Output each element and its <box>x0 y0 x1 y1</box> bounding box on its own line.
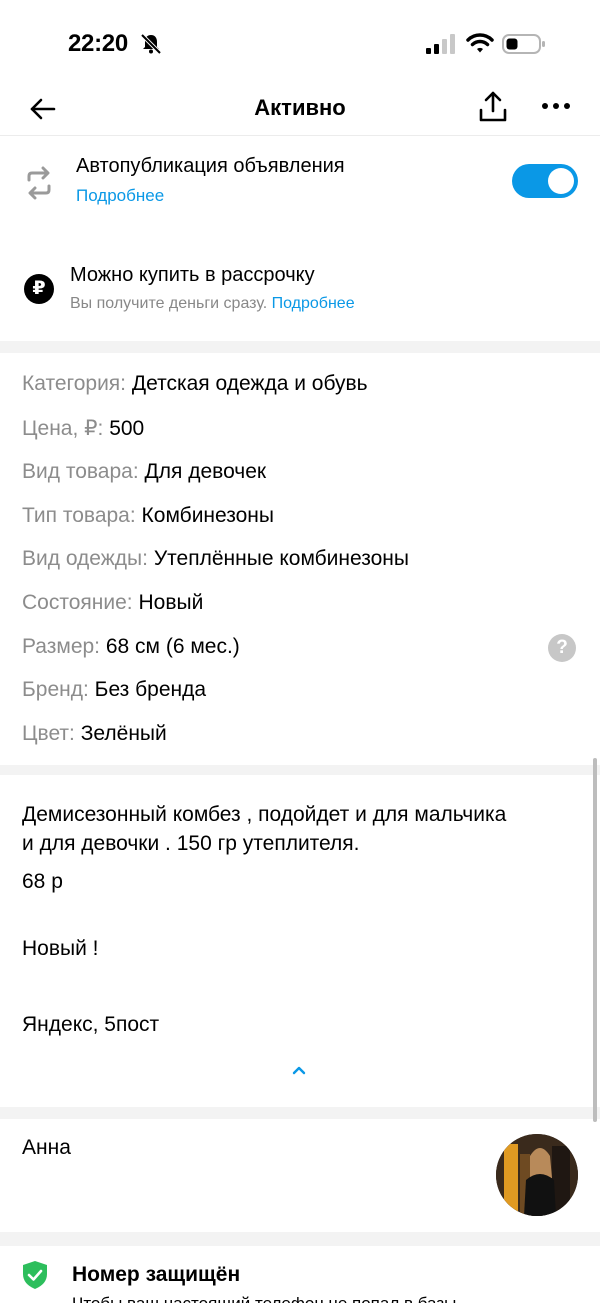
installment-row: ₽ Можно купить в рассрочку Вы получите д… <box>0 240 600 340</box>
param-value: Комбинезоны <box>141 504 274 527</box>
description-line: Демисезонный комбез , подойдет и для мал… <box>22 803 507 826</box>
shield-check-icon <box>23 1261 47 1289</box>
wifi-icon <box>466 33 494 53</box>
autopublish-row: Автопубликация объявления Подробнее <box>0 136 600 240</box>
more-options-icon[interactable] <box>540 96 572 116</box>
battery-icon <box>502 34 545 54</box>
param-label: Цена, ₽: <box>22 417 104 440</box>
status-bar: 22:20 <box>0 0 600 88</box>
share-icon[interactable] <box>478 90 508 124</box>
section-divider <box>0 1232 600 1246</box>
page-title: Активно <box>254 95 346 120</box>
param-value: 500 <box>109 417 145 440</box>
param-value: Детская одежда и обувь <box>131 372 368 395</box>
param-value: Зелёный <box>80 722 167 745</box>
param-label: Бренд: <box>22 678 89 701</box>
protected-number-block: Номер защищён Чтобы ваш настоящий телефо… <box>0 1246 600 1303</box>
installment-subtitle-text: Вы получите деньги сразу. <box>70 295 268 312</box>
param-goods-type: Тип товара: Комбинезоны <box>22 504 274 528</box>
repeat-icon <box>27 166 51 200</box>
nav-bar: Активно <box>0 88 600 136</box>
autopublish-more-link[interactable]: Подробнее <box>76 186 164 206</box>
param-label: Вид одежды: <box>22 547 148 570</box>
description-line: Новый ! <box>22 937 99 960</box>
installment-title: Можно купить в рассрочку <box>70 264 315 286</box>
installment-subtitle: Вы получите деньги сразу. Подробнее <box>70 295 355 313</box>
size-help-icon[interactable]: ? <box>548 634 576 662</box>
ruble-icon: ₽ <box>24 274 54 304</box>
autopublish-title: Автопубликация объявления <box>76 155 345 177</box>
seller-card[interactable]: Анна <box>0 1120 600 1232</box>
param-value: Утеплённые комбинезоны <box>153 547 409 570</box>
description-line: Яндекс, 5пост <box>22 1013 160 1036</box>
collapse-chevron-up-icon[interactable] <box>290 1064 308 1076</box>
seller-avatar[interactable] <box>496 1134 578 1216</box>
param-value: 68 см (6 мес.) <box>105 635 240 658</box>
toggle-knob <box>548 168 574 194</box>
param-label: Цвет: <box>22 722 75 745</box>
param-price: Цена, ₽: 500 <box>22 416 144 441</box>
param-goods-kind: Вид товара: Для девочек <box>22 460 266 484</box>
section-divider <box>0 765 600 775</box>
status-time: 22:20 <box>68 30 128 57</box>
param-label: Состояние: <box>22 591 133 614</box>
param-value: Для девочек <box>144 460 267 483</box>
param-label: Размер: <box>22 635 101 658</box>
autopublish-toggle[interactable] <box>512 164 578 198</box>
installment-more-link[interactable]: Подробнее <box>272 295 355 312</box>
param-condition: Состояние: Новый <box>22 591 203 615</box>
param-color: Цвет: Зелёный <box>22 722 167 746</box>
section-divider <box>0 1107 600 1119</box>
param-label: Вид товара: <box>22 460 139 483</box>
item-description: Демисезонный комбез , подойдет и для мал… <box>22 800 582 1039</box>
param-clothing-type: Вид одежды: Утеплённые комбинезоны <box>22 547 409 571</box>
signal-icon <box>426 34 455 54</box>
avatar-photo <box>496 1134 578 1216</box>
param-brand: Бренд: Без бренда <box>22 678 206 702</box>
param-size: Размер: 68 см (6 мес.) <box>22 635 240 659</box>
description-line: 68 р <box>22 870 63 893</box>
bell-muted-icon <box>140 33 162 55</box>
protected-title: Номер защищён <box>72 1263 241 1286</box>
seller-name[interactable]: Анна <box>22 1136 71 1160</box>
scrollbar[interactable] <box>593 758 597 1122</box>
back-arrow-icon[interactable] <box>28 94 58 124</box>
section-divider <box>0 341 600 353</box>
protected-subtitle: Чтобы ваш настоящий телефон не попал в б… <box>72 1294 456 1303</box>
param-value: Без бренда <box>94 678 207 701</box>
param-value: Новый <box>138 591 204 614</box>
param-category: Категория: Детская одежда и обувь <box>22 372 368 396</box>
param-label: Тип товара: <box>22 504 136 527</box>
description-line: и для девочки . 150 гр утеплителя. <box>22 832 360 855</box>
param-label: Категория: <box>22 372 127 395</box>
